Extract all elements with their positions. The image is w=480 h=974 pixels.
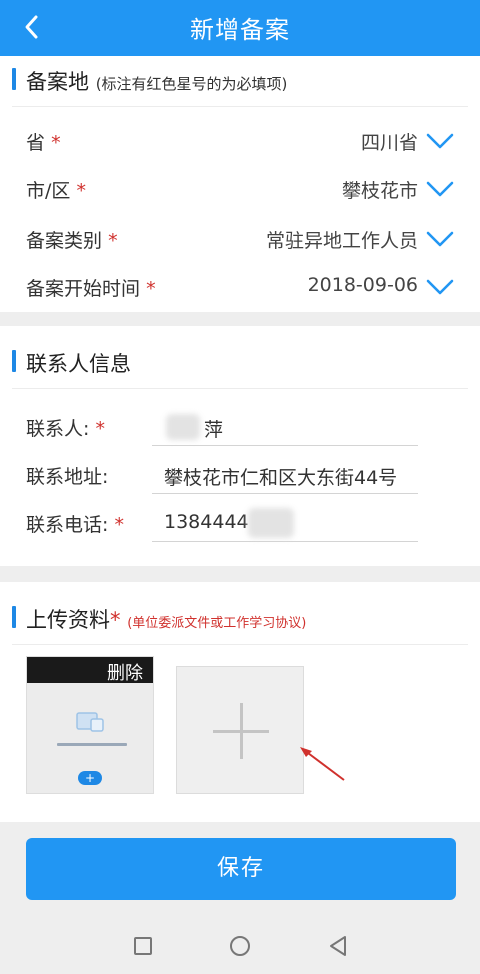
- add-image-button[interactable]: [176, 666, 304, 794]
- section-accent-bar: [12, 68, 16, 90]
- thumbnail-preview: +: [27, 683, 153, 793]
- chevron-down-icon[interactable]: [426, 180, 454, 198]
- section-accent-bar: [12, 606, 16, 628]
- thumbnail-toolbar: 删除: [27, 657, 153, 685]
- contact-phone-row: 联系电话: * 1384444: [0, 502, 480, 546]
- chevron-down-icon[interactable]: [426, 132, 454, 150]
- contact-name-label: 联系人:: [26, 418, 90, 440]
- divider: [12, 106, 468, 107]
- chevron-down-icon[interactable]: [426, 278, 454, 296]
- document-icon: [76, 712, 104, 732]
- province-row[interactable]: 省 * 四川省: [0, 122, 480, 162]
- preview-text-line: [57, 743, 127, 746]
- contact-address-label: 联系地址:: [26, 466, 109, 488]
- contact-phone-label: 联系电话:: [26, 514, 109, 536]
- page-title: 新增备案: [190, 16, 290, 44]
- required-mark: *: [114, 514, 124, 536]
- contact-address-row: 联系地址: 攀枝花市仁和区大东街44号: [0, 454, 480, 498]
- section-accent-bar: [12, 350, 16, 372]
- plus-icon: [240, 703, 243, 759]
- filing-location-section: 备案地 (标注有红色星号的为必填项) 省 * 四川省 市/区 * 攀枝花市 备案…: [0, 56, 480, 312]
- contact-address-input[interactable]: 攀枝花市仁和区大东街44号: [152, 458, 418, 494]
- recent-apps-icon[interactable]: [134, 937, 152, 955]
- save-button[interactable]: 保存: [26, 838, 456, 900]
- start-date-row[interactable]: 备案开始时间 * 2018-09-06: [0, 268, 480, 308]
- required-mark: *: [51, 132, 61, 154]
- contact-name-row: 联系人: * 萍: [0, 406, 480, 450]
- delete-button[interactable]: 删除: [107, 659, 143, 685]
- contact-name-value: 萍: [204, 419, 224, 441]
- filing-type-row[interactable]: 备案类别 * 常驻异地工作人员: [0, 220, 480, 260]
- contact-phone-input[interactable]: 1384444: [152, 506, 418, 542]
- required-mark: *: [76, 180, 86, 202]
- divider: [12, 388, 468, 389]
- contact-name-input[interactable]: 萍: [152, 410, 418, 446]
- contact-phone-value: 1384444: [164, 511, 249, 533]
- required-mark: *: [110, 608, 121, 632]
- section-hint: (标注有红色星号的为必填项): [95, 75, 288, 93]
- redacted-blur: [166, 414, 200, 440]
- redacted-blur: [248, 508, 294, 538]
- filing-type-label: 备案类别: [26, 230, 103, 252]
- city-value: 攀枝花市: [341, 180, 418, 202]
- back-triangle-icon[interactable]: [328, 935, 348, 957]
- required-mark: *: [108, 230, 118, 252]
- uploaded-image-thumbnail[interactable]: 删除 +: [26, 656, 154, 794]
- filing-type-value: 常驻异地工作人员: [265, 230, 418, 252]
- section-hint: (单位委派文件或工作学习协议): [127, 616, 307, 631]
- title-bar: 新增备案: [0, 0, 480, 56]
- province-value: 四川省: [360, 132, 418, 154]
- chevron-down-icon[interactable]: [426, 230, 454, 248]
- system-nav-bar: [0, 916, 480, 974]
- city-label: 市/区: [26, 180, 71, 202]
- start-date-value: 2018-09-06: [307, 274, 418, 296]
- contact-address-value: 攀枝花市仁和区大东街44号: [164, 467, 398, 489]
- required-mark: *: [146, 278, 156, 300]
- required-mark: *: [95, 418, 105, 440]
- red-arrow-annotation: [300, 747, 345, 781]
- section-title: 联系人信息: [26, 352, 131, 376]
- section-title: 上传资料: [26, 608, 110, 632]
- province-label: 省: [26, 132, 46, 154]
- start-date-label: 备案开始时间: [26, 278, 141, 300]
- city-row[interactable]: 市/区 * 攀枝花市: [0, 170, 480, 210]
- preview-add-icon: +: [78, 771, 102, 785]
- home-icon[interactable]: [230, 936, 250, 956]
- divider: [12, 644, 468, 645]
- section-title: 备案地: [26, 70, 89, 94]
- contact-info-section: 联系人信息 联系人: * 萍 联系地址: 攀枝花市仁和区大东街44号 联系电话:…: [0, 326, 480, 566]
